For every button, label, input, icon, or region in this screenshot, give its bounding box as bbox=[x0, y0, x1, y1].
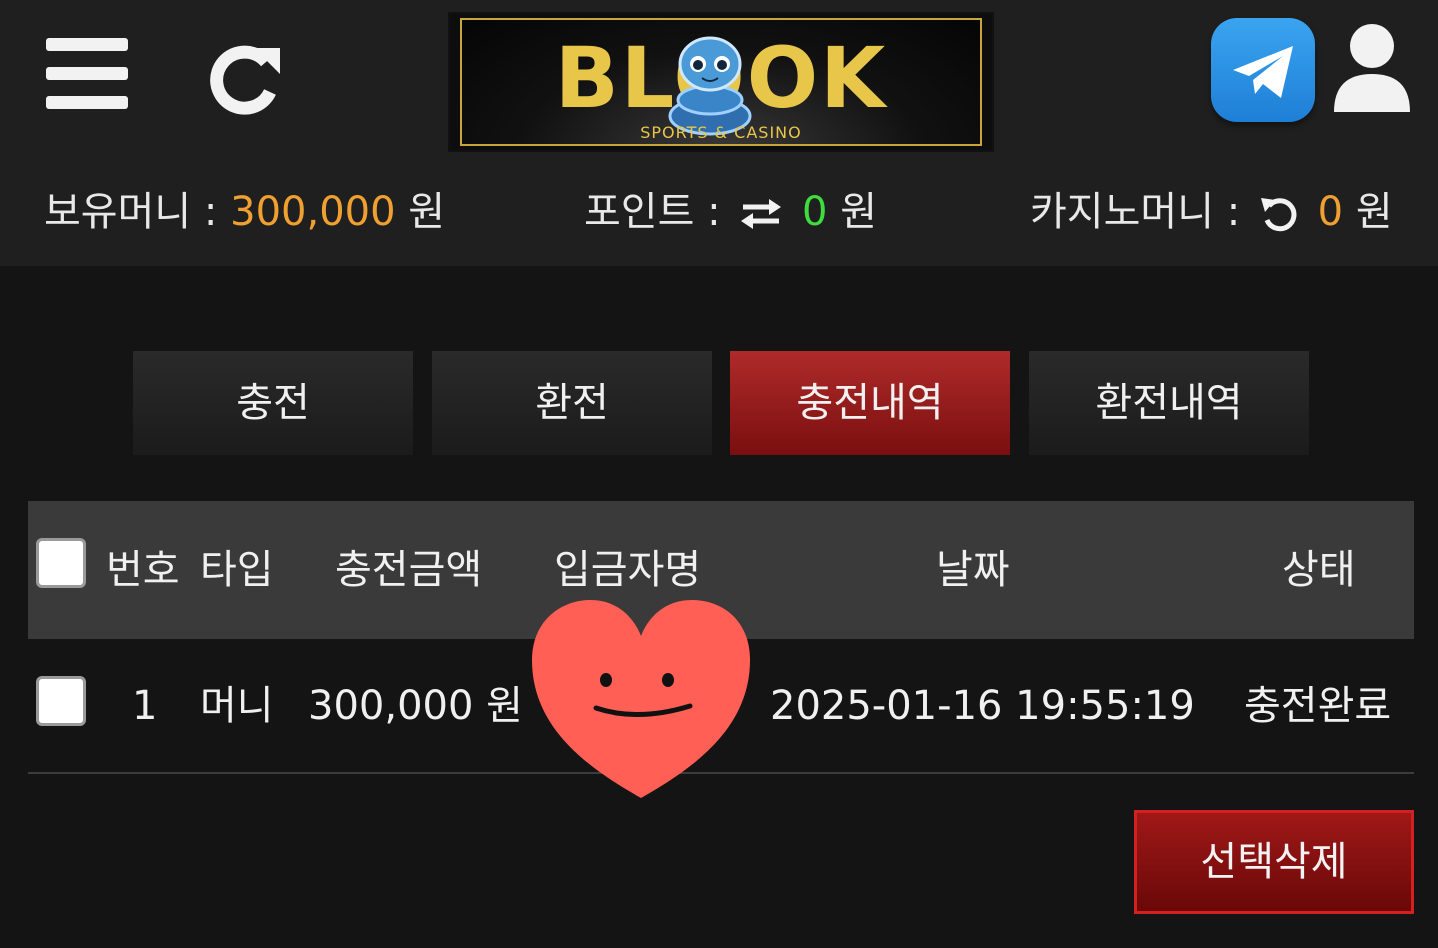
balance-point: 포인트 : 0 원 bbox=[584, 186, 877, 238]
balance-casino-label: 카지노머니 : bbox=[1030, 189, 1241, 235]
refresh-icon[interactable] bbox=[206, 40, 284, 118]
delete-selected-button[interactable]: 선택삭제 bbox=[1134, 810, 1414, 914]
tab-withdraw[interactable]: 환전 bbox=[432, 351, 712, 455]
tab-withdraw-history[interactable]: 환전내역 bbox=[1029, 351, 1309, 455]
snake-mascot-icon bbox=[668, 36, 752, 136]
header-amount: 충전금액 bbox=[335, 547, 483, 593]
header-type: 타입 bbox=[200, 547, 274, 593]
logo-tagline: SPORTS & CASINO bbox=[640, 123, 802, 142]
header-status: 상태 bbox=[1282, 547, 1356, 593]
user-icon[interactable] bbox=[1330, 22, 1414, 112]
hamburger-menu-icon[interactable] bbox=[46, 38, 128, 110]
telegram-icon bbox=[1233, 46, 1293, 98]
tab-deposit[interactable]: 충전 bbox=[133, 351, 413, 455]
balance-point-unit: 원 bbox=[840, 189, 878, 235]
cell-type: 머니 bbox=[200, 683, 274, 729]
site-logo[interactable]: BLOOK SPORTS & CASINO bbox=[448, 12, 994, 152]
cell-amount: 300,000 원 bbox=[308, 683, 523, 729]
balance-point-label: 포인트 : bbox=[584, 189, 721, 235]
reload-casino-icon[interactable] bbox=[1259, 194, 1299, 234]
balance-point-value: 0 bbox=[802, 189, 828, 235]
telegram-button[interactable] bbox=[1211, 18, 1315, 122]
balance-money-unit: 원 bbox=[408, 189, 446, 235]
cell-number: 1 bbox=[132, 683, 158, 729]
exchange-arrows-icon[interactable] bbox=[739, 197, 783, 231]
cell-status: 충전완료 bbox=[1244, 683, 1392, 729]
balance-casino: 카지노머니 : 0 원 bbox=[1030, 186, 1393, 238]
header-date: 날짜 bbox=[936, 547, 1010, 593]
balance-casino-value: 0 bbox=[1317, 189, 1344, 235]
balance-money-value: 300,000 bbox=[230, 189, 396, 235]
select-all-checkbox[interactable] bbox=[36, 538, 86, 588]
row-checkbox[interactable] bbox=[36, 676, 86, 726]
balance-casino-unit: 원 bbox=[1355, 189, 1393, 235]
cell-date: 2025-01-16 19:55:19 bbox=[770, 683, 1195, 729]
balance-money: 보유머니 : 300,000 원 bbox=[44, 186, 445, 238]
tab-deposit-history[interactable]: 충전내역 bbox=[730, 351, 1010, 455]
header-number: 번호 bbox=[106, 547, 180, 593]
heart-sticker-icon bbox=[532, 600, 750, 798]
balance-money-label: 보유머니 : bbox=[44, 189, 218, 235]
